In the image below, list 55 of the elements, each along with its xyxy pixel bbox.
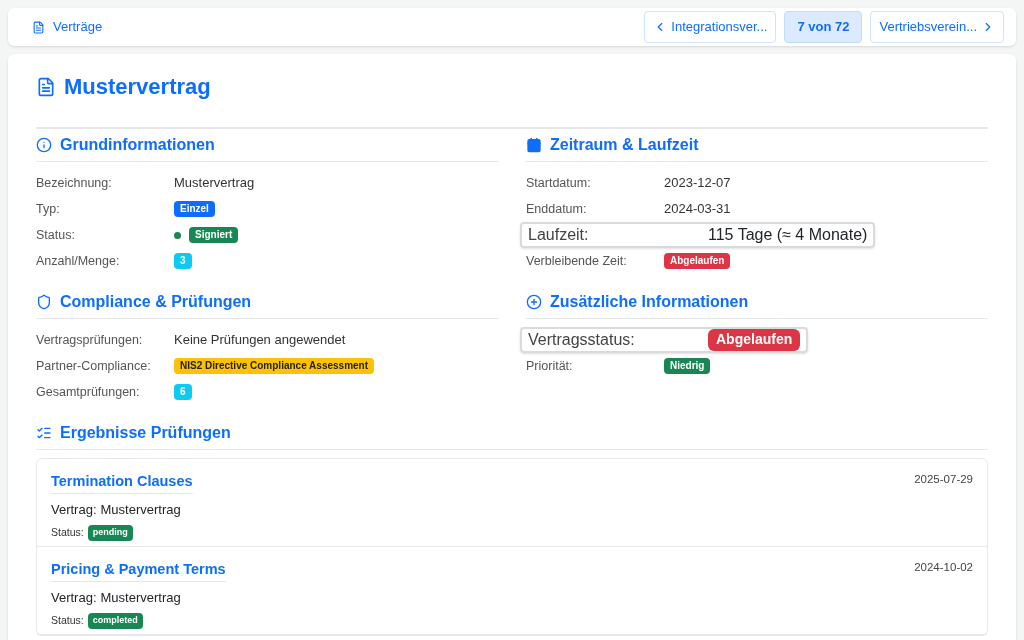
badge: NIS2 Directive Compliance Assessment [174,357,375,375]
badge: Abgelaufen [664,252,731,270]
field-label: Enddatum: [526,200,588,218]
document-icon [32,20,45,34]
section-heading: Zeitraum & Laufzeit [550,135,699,155]
status-badge: pending [87,525,133,541]
field-value: 2023-12-07 [664,174,731,193]
field-value: Keine Prüfungen angewendet [174,331,346,350]
field-label: Partner-Compliance: [36,357,152,375]
result-title-link[interactable]: Termination Clauses [51,471,193,494]
field-label: Bezeichnung: [36,174,113,192]
breadcrumb-link[interactable]: Verträge [53,17,103,37]
field-label: Anzahl/Menge: [36,252,121,270]
document-icon [36,76,56,97]
field-label: Status: [36,226,76,244]
field-label: Gesamtprüfungen: [36,383,141,401]
contract-label: Vertrag: [51,500,97,519]
result-title-link[interactable]: Pricing & Payment Terms [51,559,226,582]
badge: Signiert [189,226,239,244]
field-value: 2024-03-31 [664,200,731,219]
position-indicator: 7 von 72 [784,11,863,43]
badge: Niedrig [664,357,711,375]
field-value: Mustervertrag [174,174,255,193]
calendar-icon [526,137,542,153]
next-button[interactable]: Vertriebsverein... [870,11,1004,43]
field-label: Typ: [36,200,61,218]
badge: 3 [174,252,192,270]
status-label: Status: [51,525,84,541]
field-label: Startdatum: [526,174,592,192]
field-label: Priorität: [526,357,574,375]
page-title: Mustervertrag [64,73,211,101]
section-heading: Ergebnisse Prüfungen [60,423,231,443]
contract-name: Mustervertrag [100,588,181,607]
plus-circle-icon [526,294,542,310]
badge: 6 [174,383,192,401]
section-heading: Compliance & Prüfungen [60,292,252,312]
contract-label: Vertrag: [51,588,97,607]
status-badge: completed [87,613,143,629]
checklist-icon [36,425,52,441]
badge: Abgelaufen [708,329,801,351]
field-label: Verbleibende Zeit: [526,252,628,270]
info-icon [36,137,52,153]
field-label: Vertragsprüfungen: [36,331,144,349]
status-label: Status: [51,613,84,629]
previous-button[interactable]: Integrationsver... [644,11,777,43]
field-value: 115 Tage (≈ 4 Monate) [708,225,868,245]
badge: Einzel [174,200,215,218]
shield-icon [36,294,52,310]
result-date: 2024-10-02 [914,560,973,575]
contract-name: Mustervertrag [100,500,181,519]
field-label: Laufzeit: [528,225,590,245]
result-date: 2025-07-29 [914,472,973,487]
section-heading: Grundinformationen [60,135,215,155]
section-heading: Zusätzliche Informationen [550,292,749,312]
field-label: Vertragsstatus: [528,330,636,350]
